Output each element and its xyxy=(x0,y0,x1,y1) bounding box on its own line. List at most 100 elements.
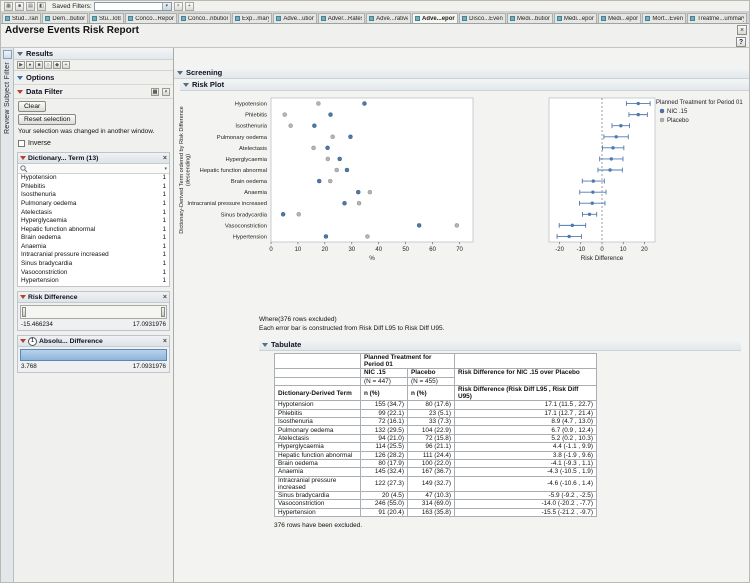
red-triangle-menu-icon[interactable] xyxy=(20,156,26,160)
save-icon[interactable]: ■ xyxy=(15,2,24,11)
tab-medi-bution[interactable]: Medi...bution xyxy=(507,13,553,23)
risk-difference-range-slider[interactable] xyxy=(20,305,167,319)
absolute-difference-range-values: 3.768 17.0931976 xyxy=(18,363,169,372)
filter-term-item[interactable]: Hepatic function abnormal1 xyxy=(18,226,169,235)
close-icon[interactable]: × xyxy=(163,294,167,301)
term-count: 1 xyxy=(162,251,166,260)
filter-term-item[interactable]: Intracranial pressure increased1 xyxy=(18,251,169,260)
filter-close-icon[interactable]: × xyxy=(162,88,170,96)
absolute-difference-selected-range[interactable] xyxy=(20,349,167,361)
tab-dem-bution[interactable]: Dem...bution xyxy=(42,13,88,23)
tab-disco-event[interactable]: Disco...Event xyxy=(459,13,506,23)
results-header[interactable]: Results xyxy=(14,48,173,60)
term-cell: Pulmonary oedema xyxy=(275,426,361,434)
options-header[interactable]: Options xyxy=(14,71,173,85)
open-icon[interactable]: ▦ xyxy=(4,2,13,11)
chevron-down-icon[interactable]: ▾ xyxy=(164,166,167,172)
add-filter-icon[interactable]: + xyxy=(185,2,194,11)
filter-term-item[interactable]: Phlebitis1 xyxy=(18,183,169,192)
term-cell: Sinus bradycardia xyxy=(275,491,361,499)
tab-adve-rative[interactable]: Adve...rative xyxy=(366,13,411,23)
tab-adve-eport[interactable]: Adve...eport xyxy=(412,13,458,23)
options-label: Options xyxy=(26,73,54,82)
slider-handle-right[interactable] xyxy=(161,307,165,317)
tab-medi-eport[interactable]: Medi...eport xyxy=(598,13,641,23)
tab-conco-ribution[interactable]: Conco...ribution xyxy=(178,13,231,23)
close-icon[interactable]: × xyxy=(163,338,167,345)
svg-text:Risk Difference: Risk Difference xyxy=(581,255,624,262)
value-cell: 155 (34.7) xyxy=(361,401,408,409)
close-button[interactable]: × xyxy=(737,25,747,35)
term-search-row[interactable]: ▾ xyxy=(18,164,169,174)
filter-term-item[interactable]: Pulmonary oedema1 xyxy=(18,200,169,209)
slider-handle-left[interactable] xyxy=(22,307,26,317)
tab-adver-rates[interactable]: Adver...Rates xyxy=(318,13,365,23)
tab-stu-lots[interactable]: Stu...lots xyxy=(89,13,124,23)
filter-term-item[interactable]: Brain oedema1 xyxy=(18,234,169,243)
risk-plot-header[interactable]: Risk Plot xyxy=(180,79,749,91)
filter-term-item[interactable]: Sinus bradycardia1 xyxy=(18,260,169,269)
risk-plot[interactable]: HypotensionPhlebitisIsosthenuriaPulmonar… xyxy=(176,93,749,269)
tabulate-label: Tabulate xyxy=(271,340,301,349)
tab-exp-mary[interactable]: Exp...mary xyxy=(232,13,272,23)
filter-options-icon[interactable]: ▦ xyxy=(151,88,159,96)
red-triangle-menu-icon[interactable] xyxy=(20,339,26,343)
term-count: 1 xyxy=(162,234,166,243)
inverse-label: Inverse xyxy=(28,140,51,147)
brush-tool-icon[interactable]: ■ xyxy=(35,61,43,69)
results-header-label: Results xyxy=(26,49,53,58)
value-cell: 163 (35.8) xyxy=(408,508,455,516)
svg-text:Vasoconstriction: Vasoconstriction xyxy=(225,223,267,229)
reset-selection-button[interactable]: Reset selection xyxy=(18,114,76,125)
screening-header[interactable]: Screening xyxy=(174,67,749,79)
review-subject-filter-strip[interactable]: Review Subject Filter xyxy=(1,48,14,582)
layout-icon[interactable]: ◧ xyxy=(37,2,46,11)
data-filter-header[interactable]: Data Filter ▦ × xyxy=(14,85,173,99)
filter-term-item[interactable]: Vasoconstriction1 xyxy=(18,269,169,278)
svg-text:-10: -10 xyxy=(576,247,585,253)
crosshair-tool-icon[interactable]: + xyxy=(62,61,70,69)
filter-term-item[interactable]: Hypertension1 xyxy=(18,277,169,286)
filter-term-item[interactable]: Isosthenuria1 xyxy=(18,191,169,200)
tab-mort-event[interactable]: Mort...Event xyxy=(642,13,686,23)
inverse-checkbox-row[interactable]: Inverse xyxy=(14,137,173,148)
value-cell: 80 (17.6) xyxy=(408,401,455,409)
clear-filter-icon[interactable]: × xyxy=(174,2,183,11)
svg-text:60: 60 xyxy=(429,247,436,253)
tab-label: Conco...ribution xyxy=(188,16,228,22)
tab-treatme-ummary[interactable]: Treatme...ummary xyxy=(687,13,747,23)
tab-stud-ram[interactable]: Stud...ram xyxy=(2,13,41,23)
risk-difference-filter-header[interactable]: Risk Difference × xyxy=(18,292,169,303)
filter-term-item[interactable]: Atelectasis1 xyxy=(18,209,169,218)
empty-cell xyxy=(275,377,361,385)
tab-medi-eport[interactable]: Medi...eport xyxy=(554,13,597,23)
help-button[interactable]: ? xyxy=(736,37,746,47)
value-cell: 17.1 (11.5 , 22.7) xyxy=(455,401,597,409)
tab-conco-report[interactable]: Conco...Report xyxy=(125,13,177,23)
tab-adve-ution[interactable]: Adve...ution xyxy=(273,13,316,23)
value-cell: 145 (32.4) xyxy=(361,468,408,476)
hand-tool-icon[interactable]: ● xyxy=(26,61,34,69)
filter-number-badge: 1 xyxy=(28,337,37,346)
red-triangle-menu-icon[interactable] xyxy=(20,295,26,299)
absolute-difference-filter-header[interactable]: 1 Absolu... Difference × xyxy=(18,336,169,347)
term-label: Phlebitis xyxy=(21,183,45,192)
copy-icon[interactable]: ▤ xyxy=(26,2,35,11)
clear-button[interactable]: Clear xyxy=(18,101,46,112)
term-filter-header[interactable]: Dictionary... Term (13) × xyxy=(18,153,169,164)
tab-icon xyxy=(557,16,562,21)
close-icon[interactable]: × xyxy=(163,155,167,162)
tabulate-header[interactable]: Tabulate xyxy=(259,339,741,351)
lasso-tool-icon[interactable]: ○ xyxy=(44,61,52,69)
term-count: 1 xyxy=(162,217,166,226)
zoom-tool-icon[interactable]: ◆ xyxy=(53,61,61,69)
red-triangle-menu-icon[interactable] xyxy=(17,90,23,94)
saved-filters-select[interactable]: ▾ xyxy=(94,2,172,11)
arrow-tool-icon[interactable]: ▶ xyxy=(17,61,25,69)
filter-term-item[interactable]: Hyperglycaemia1 xyxy=(18,217,169,226)
filter-term-item[interactable]: Hypotension1 xyxy=(18,174,169,183)
filter-term-item[interactable]: Anaemia1 xyxy=(18,243,169,252)
tab-icon xyxy=(5,16,10,21)
value-cell: 111 (24.4) xyxy=(408,451,455,459)
inverse-checkbox[interactable] xyxy=(18,140,25,147)
